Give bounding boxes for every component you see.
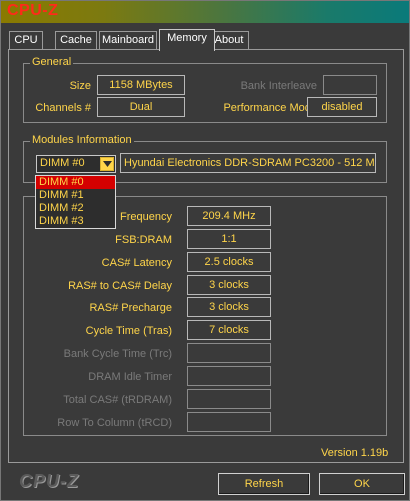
timing-value [187,366,271,386]
channels-label: Channels # [35,102,91,114]
timing-value: 3 clocks [187,275,271,295]
general-group-title: General [30,56,74,68]
window-title: CPU-Z [7,2,59,19]
timing-label: Bank Cycle Time (Trc) [63,348,172,360]
size-label: Size [69,80,91,92]
tab-about[interactable]: About [209,31,249,50]
dimm-dropdown-list[interactable]: DIMM #0 DIMM #1 DIMM #2 DIMM #3 [35,175,116,229]
tab-cache[interactable]: Cache [55,31,97,50]
title-bar[interactable]: CPU-Z [1,1,409,23]
timing-label: RAS# Precharge [89,302,172,314]
channels-value: Dual [97,97,185,117]
timing-label: Cycle Time (Tras) [85,325,172,337]
dimm-option-2[interactable]: DIMM #2 [36,202,115,215]
bank-interleave-value [323,75,377,95]
size-value: 1158 MBytes [97,75,185,95]
timing-value [187,389,271,409]
timing-value [187,343,271,363]
refresh-button[interactable]: Refresh [218,473,310,495]
timing-label: Row To Column (tRCD) [57,417,172,429]
cpuz-logo: CPU-Z [19,471,79,491]
timing-label: DRAM Idle Timer [88,371,172,383]
timing-label: Total CAS# (tRDRAM) [63,394,172,406]
ok-button[interactable]: OK [319,473,405,495]
bank-interleave-label: Bank Interleave [240,80,317,92]
dimm-option-3[interactable]: DIMM #3 [36,215,115,228]
version-label: Version 1.19b [321,447,389,459]
timing-value: 7 clocks [187,320,271,340]
timing-label: RAS# to CAS# Delay [68,280,172,292]
dimm-option-0[interactable]: DIMM #0 [36,176,115,189]
timing-value: 3 clocks [187,297,271,317]
dimm-select[interactable]: DIMM #0 [36,155,116,173]
module-name: Hyundai Electronics DDR-SDRAM PC3200 - 5… [120,153,376,173]
modules-group-title: Modules Information [30,134,134,146]
tab-cpu[interactable]: CPU [9,31,43,50]
timing-value: 2.5 clocks [187,252,271,272]
timing-value: 1:1 [187,229,271,249]
tab-memory[interactable]: Memory [159,29,215,51]
chevron-down-icon [103,161,112,167]
timing-label: CAS# Latency [101,257,172,269]
cpuz-window: CPU-Z CPU Cache Mainboard Memory About G… [0,0,410,501]
timing-value: 209.4 MHz [187,206,271,226]
dropdown-arrow-button[interactable] [100,157,114,171]
dimm-select-value: DIMM #0 [40,157,85,169]
tab-mainboard[interactable]: Mainboard [99,31,157,50]
timing-value [187,412,271,432]
dimm-option-1[interactable]: DIMM #1 [36,189,115,202]
timing-label: FSB:DRAM [115,234,172,246]
performance-mode-label: Performance Mode [223,102,317,114]
performance-mode-value: disabled [307,97,377,117]
